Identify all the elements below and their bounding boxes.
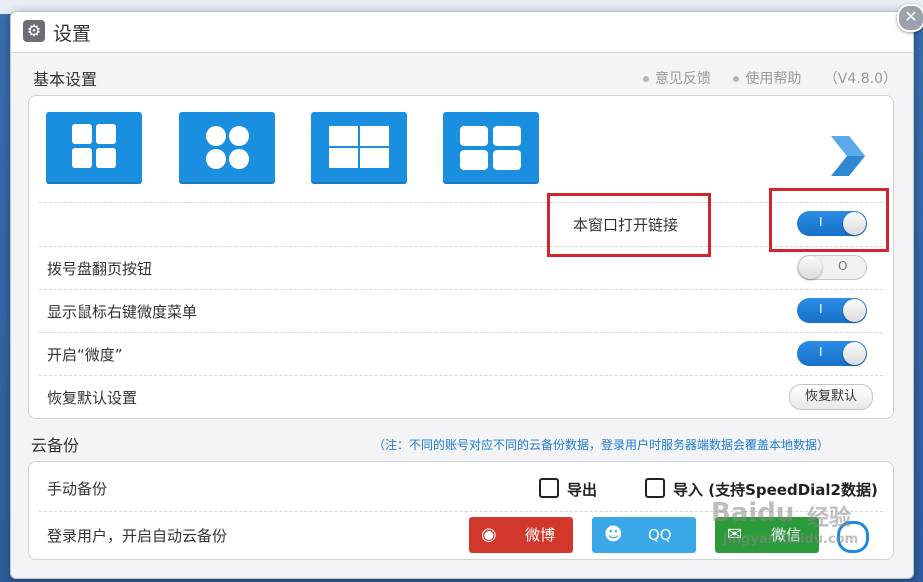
top-links: 意见反馈 使用帮助 （V4.8.0） bbox=[625, 68, 897, 88]
bullet-icon bbox=[733, 76, 740, 82]
watermark-brand: Baidu bbox=[711, 498, 795, 528]
grid-squares-icon bbox=[72, 124, 116, 168]
grid-circles-icon bbox=[206, 126, 249, 169]
toggle-knob bbox=[843, 342, 866, 365]
context-menu-row: 显示鼠标右键微度菜单 I bbox=[29, 290, 893, 332]
highlight-box-label bbox=[547, 193, 711, 257]
import-icon bbox=[645, 478, 665, 498]
layout-wide-grid-button[interactable] bbox=[311, 112, 407, 184]
restore-defaults-row: 恢复默认设置 恢复默认 bbox=[29, 376, 893, 418]
weibo-login-button[interactable]: ◉ 微博 bbox=[469, 517, 573, 553]
layout-2x2-squares-button[interactable] bbox=[46, 112, 142, 184]
gear-icon: ⚙ bbox=[23, 20, 45, 42]
watermark-brand-cn: 经验 bbox=[807, 506, 852, 531]
version-label: （V4.8.0） bbox=[823, 71, 897, 87]
enable-weidu-label: 开启“微度” bbox=[47, 346, 123, 364]
basic-settings-title: 基本设置 bbox=[33, 70, 98, 89]
open-in-window-row: 本窗口打开链接 I bbox=[29, 203, 893, 245]
restore-defaults-button[interactable]: 恢复默认 bbox=[789, 384, 873, 410]
cloud-backup-note: （注：不同的账号对应不同的云备份数据，登录用户时服务器端数据会覆盖本地数据） bbox=[373, 438, 830, 452]
dial-page-button-toggle[interactable]: O bbox=[797, 255, 867, 280]
layout-2x2-circles-button[interactable] bbox=[179, 112, 275, 184]
dialog-title: 设置 bbox=[53, 23, 92, 45]
context-menu-label: 显示鼠标右键微度菜单 bbox=[47, 303, 198, 321]
grid-rounded-icon bbox=[460, 126, 521, 170]
cloud-backup-title: 云备份 bbox=[31, 436, 80, 455]
dial-page-button-label: 拨号盘翻页按钮 bbox=[47, 260, 153, 278]
qq-login-button[interactable]: ☻ QQ bbox=[592, 517, 696, 553]
basic-settings-panel: 本窗口打开链接 I 拨号盘翻页按钮 O 显示鼠标右键微度菜单 I 开启“微度” bbox=[28, 95, 894, 419]
export-button[interactable]: 导出 bbox=[539, 478, 597, 500]
settings-dialog: ⚙ 设置 ✕ 基本设置 意见反馈 使用帮助 （V4.8.0） 本窗口打开链接 I… bbox=[10, 4, 923, 579]
bullet-icon bbox=[642, 76, 649, 82]
title-bar: ⚙ 设置 bbox=[11, 12, 913, 53]
manual-backup-label: 手动备份 bbox=[47, 480, 108, 498]
weibo-icon: ◉ bbox=[481, 524, 497, 545]
highlight-box-toggle bbox=[769, 188, 889, 252]
enable-weidu-toggle[interactable]: I bbox=[797, 341, 867, 366]
grid-wide-icon bbox=[329, 126, 389, 168]
qq-icon: ☻ bbox=[604, 524, 623, 545]
enable-weidu-row: 开启“微度” I bbox=[29, 333, 893, 375]
help-link[interactable]: 使用帮助 bbox=[733, 71, 801, 87]
dial-page-button-row: 拨号盘翻页按钮 O bbox=[29, 247, 893, 289]
layout-2x2-rounded-button[interactable] bbox=[443, 112, 539, 184]
toggle-knob bbox=[843, 299, 866, 322]
watermark-url: jingyan.baidu.com bbox=[723, 532, 859, 547]
export-icon bbox=[539, 478, 559, 498]
next-layouts-arrow-icon[interactable] bbox=[827, 134, 867, 182]
restore-defaults-label: 恢复默认设置 bbox=[47, 389, 138, 407]
feedback-link[interactable]: 意见反馈 bbox=[642, 71, 711, 87]
import-button[interactable]: 导入 (支持SpeedDial2数据) bbox=[645, 478, 878, 500]
toggle-knob bbox=[799, 256, 822, 279]
close-button[interactable]: ✕ bbox=[897, 4, 923, 32]
auto-backup-label: 登录用户，开启自动云备份 bbox=[47, 527, 228, 545]
context-menu-toggle[interactable]: I bbox=[797, 298, 867, 323]
